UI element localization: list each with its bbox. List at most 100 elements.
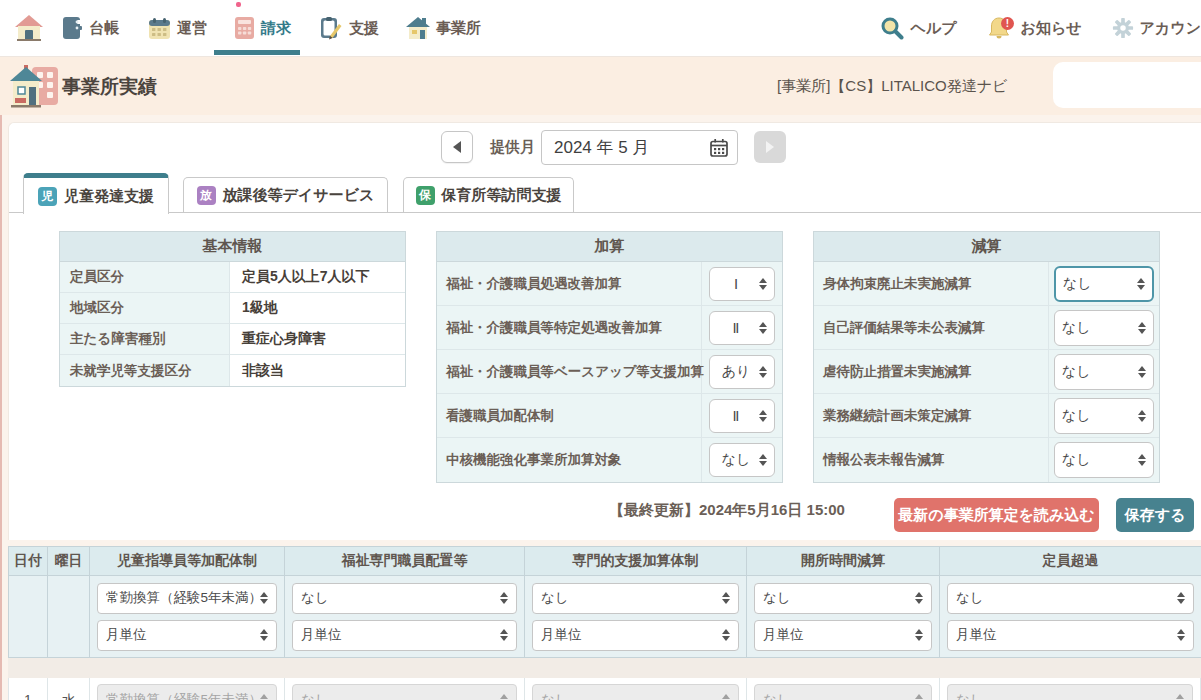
row-value: 重症心身障害 [230,324,405,354]
page-title-icon [10,65,60,109]
addition-select-3[interactable]: Ⅱ [709,399,775,433]
tab-badge: 放 [197,186,216,205]
bulk-select-welfare[interactable]: なし [292,583,517,614]
basic-info-title: 基本情報 [60,232,405,262]
prev-month-button[interactable] [441,131,473,163]
addition-select-1[interactable]: Ⅱ [709,311,775,345]
caret-icon [500,592,508,604]
col-header-hours: 開所時間減算 [747,547,940,575]
left-arrow-icon [453,141,461,153]
basic-info-row: 定員区分 定員5人以上7人以下 [60,262,405,293]
caret-icon [759,278,767,290]
account-button[interactable]: アカウン [1112,17,1201,39]
nav-item-office[interactable]: 事業所 [406,0,492,56]
page-title: 事業所実績 [62,74,157,100]
table-gap [8,658,1201,678]
caret-icon [759,410,767,422]
bell-icon: ! [987,16,1015,41]
row-value: 1級地 [230,293,405,323]
calendar-icon [148,17,171,40]
month-value: 2024 年 5 月 [554,136,709,159]
subtraction-select-4[interactable]: なし [1054,442,1154,478]
nav-item-support[interactable]: 支援 [320,0,406,56]
bulk-select-capacity[interactable]: なし [947,583,1194,614]
tab-nursery-visit[interactable]: 保 保育所等訪問支援 [403,177,574,213]
notice-button[interactable]: ! お知らせ [987,16,1082,41]
additions-row: 看護職員加配体制 Ⅱ [437,394,782,438]
daily-table-header: 日付 曜日 児童指導員等加配体制 福祉専門職員配置等 専門的支援加算体制 開所時… [8,546,1201,576]
row-label: 福祉・介護職員等ベースアップ等支援加算 [437,350,702,393]
tab-afterschool-dayservice[interactable]: 放 放課後等デイサービス [183,177,388,213]
day1-select-hours[interactable]: なし [754,684,932,700]
caret-icon [722,694,730,700]
caret-icon [759,366,767,378]
row-value: 非該当 [230,355,405,386]
bulk-select-staffing[interactable]: 常勤換算（経験5年未満） [97,583,277,614]
caret-icon [915,629,923,641]
caret-icon [260,592,268,604]
col-header-specialist: 専門的支援加算体制 [525,547,747,575]
day1-select-welfare[interactable]: なし [292,684,517,700]
basic-info-row: 地域区分 1級地 [60,293,405,324]
additions-row: 福祉・介護職員等特定処遇改善加算 Ⅱ [437,306,782,350]
main-content: 提供月 2024 年 5 月 児 児童発達支援 放 放課後等デイサービス 保 保… [8,122,1201,540]
nav-item-billing[interactable]: 請求 [234,0,320,56]
addition-select-4[interactable]: なし [709,443,775,477]
day1-select-capacity[interactable]: なし [947,684,1193,700]
caret-icon [500,629,508,641]
caret-icon [1138,454,1146,466]
bulk-unit-capacity[interactable]: 月単位 [947,620,1194,651]
bulk-unit-specialist[interactable]: 月単位 [532,620,739,651]
row-label: 身体拘束廃止未実施減算 [814,262,1049,305]
caret-icon [260,694,268,700]
save-button[interactable]: 保存する [1116,498,1194,532]
bulk-unit-hours[interactable]: 月単位 [754,620,932,651]
bulk-select-hours[interactable]: なし [754,583,932,614]
bulk-unit-welfare[interactable]: 月単位 [292,620,517,651]
additions-title: 加算 [437,232,782,262]
subtractions-row: 業務継続計画未策定減算 なし [814,394,1159,438]
row-label: 情報公表未報告減算 [814,438,1049,482]
tab-child-development[interactable]: 児 児童発達支援 [23,173,169,214]
row-label: 地域区分 [60,293,230,323]
svg-text:!: ! [1005,18,1008,29]
bulk-select-specialist[interactable]: なし [532,583,739,614]
load-latest-button[interactable]: 最新の事業所算定を読み込む [894,498,1099,532]
nav-item-operations[interactable]: 運営 [148,0,234,56]
caret-icon [915,592,923,604]
daily-table: 日付 曜日 児童指導員等加配体制 福祉専門職員配置等 専門的支援加算体制 開所時… [8,546,1201,700]
addition-select-0[interactable]: Ⅰ [709,267,775,301]
help-search-icon [880,16,904,40]
calendar-picker-icon [709,138,729,158]
additions-row: 中核機能強化事業所加算対象 なし [437,438,782,482]
subtraction-select-1[interactable]: なし [1054,310,1154,346]
pink-dot-marker [236,2,241,7]
nav-item-label: 事業所 [436,19,481,38]
right-arrow-icon [766,141,774,153]
addition-select-2[interactable]: あり [709,355,775,389]
day1-select-staffing[interactable]: 常勤換算（経験5年未満） [97,684,277,700]
tab-label: 保育所等訪問支援 [442,186,562,205]
nav-item-ledger[interactable]: 台帳 [62,0,148,56]
month-input[interactable]: 2024 年 5 月 [541,130,738,165]
basic-info-row: 主たる障害種別 重症心身障害 [60,324,405,355]
additions-panel: 加算 福祉・介護職員処遇改善加算 Ⅰ 福祉・介護職員等特定処遇改善加算 Ⅱ 福祉… [436,231,783,483]
basic-info-row: 未就学児等支援区分 非該当 [60,355,405,386]
day1-select-specialist[interactable]: なし [532,684,739,700]
day-weekday: 水 [48,678,90,700]
help-button[interactable]: ヘルプ [880,16,956,40]
caret-icon [915,694,923,700]
office-selector[interactable] [1053,62,1201,108]
caret-icon [1177,629,1185,641]
caret-icon [759,454,767,466]
tab-label: 放課後等デイサービス [223,186,375,205]
row-label: 主たる障害種別 [60,324,230,354]
subtraction-select-3[interactable]: なし [1054,398,1154,434]
subtraction-select-0[interactable]: なし [1054,266,1154,302]
col-header-date: 日付 [8,547,48,575]
subtraction-select-2[interactable]: なし [1054,354,1154,390]
next-month-button[interactable] [754,131,786,163]
additions-row: 福祉・介護職員処遇改善加算 Ⅰ [437,262,782,306]
bulk-unit-staffing[interactable]: 月単位 [97,620,277,651]
home-button[interactable] [12,11,46,45]
